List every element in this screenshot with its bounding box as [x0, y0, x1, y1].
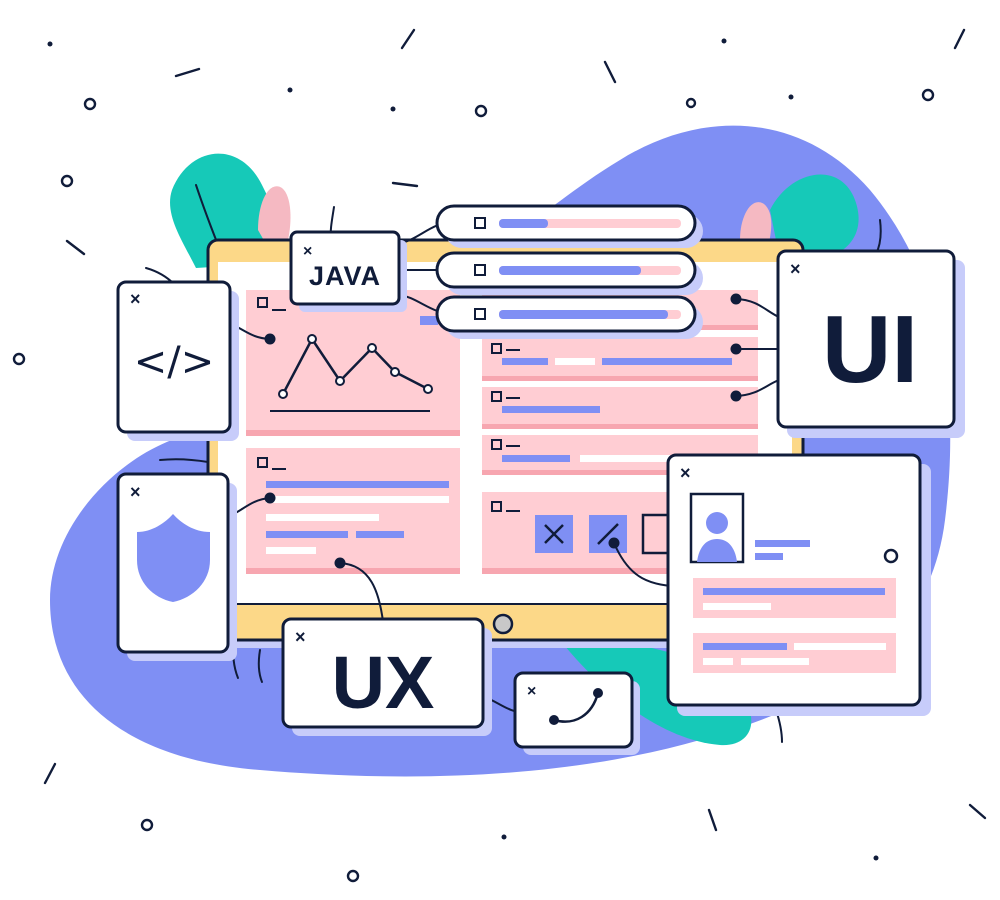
close-icon[interactable]: ×: [527, 683, 536, 700]
text-panel: [246, 448, 460, 574]
progress-pill[interactable]: [435, 251, 703, 295]
progress-fill: [499, 310, 668, 319]
ui-card[interactable]: × UI: [776, 249, 965, 438]
ux-label: UX: [332, 641, 435, 724]
profile-card[interactable]: ×: [666, 453, 931, 716]
ux-card[interactable]: × UX: [281, 617, 492, 736]
progress-pills: [435, 204, 703, 339]
monitor-button-icon[interactable]: [492, 613, 514, 635]
close-icon[interactable]: ×: [790, 259, 801, 279]
close-icon[interactable]: ×: [680, 463, 691, 483]
progress-fill: [499, 266, 641, 275]
illustration-canvas: × </> × × JAVA × UI × × UX ×: [12, 28, 987, 883]
close-icon[interactable]: ×: [130, 482, 141, 502]
java-card[interactable]: × JAVA: [289, 230, 407, 312]
code-icon: </>: [134, 339, 215, 385]
progress-fill: [499, 219, 548, 228]
close-square-icon[interactable]: [535, 515, 573, 553]
ui-label: UI: [822, 296, 918, 403]
progress-pill[interactable]: [435, 204, 703, 248]
close-icon[interactable]: ×: [130, 289, 141, 309]
java-label: JAVA: [309, 261, 381, 291]
shield-card[interactable]: ×: [116, 472, 237, 661]
progress-pill[interactable]: [435, 295, 703, 339]
slash-square-icon[interactable]: [589, 515, 627, 553]
user-avatar-icon: [689, 492, 745, 564]
close-icon[interactable]: ×: [295, 627, 306, 647]
close-icon[interactable]: ×: [303, 243, 312, 260]
curve-card[interactable]: ×: [513, 671, 640, 755]
radio-icon[interactable]: [883, 548, 899, 564]
code-card[interactable]: × </>: [116, 280, 239, 441]
